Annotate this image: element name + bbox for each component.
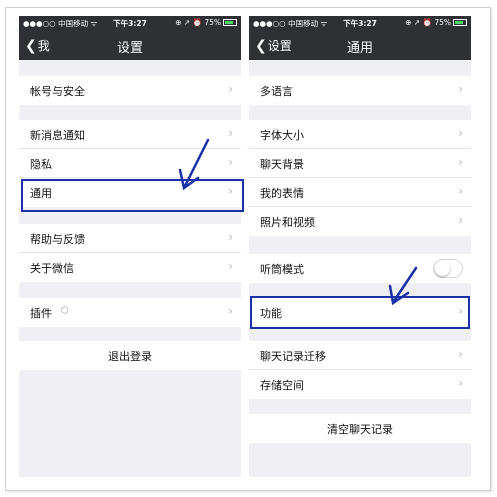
annotation-arrow-icon [178,138,210,191]
annotation-arrows [178,138,418,306]
annotation-arrow-icon [388,266,418,306]
